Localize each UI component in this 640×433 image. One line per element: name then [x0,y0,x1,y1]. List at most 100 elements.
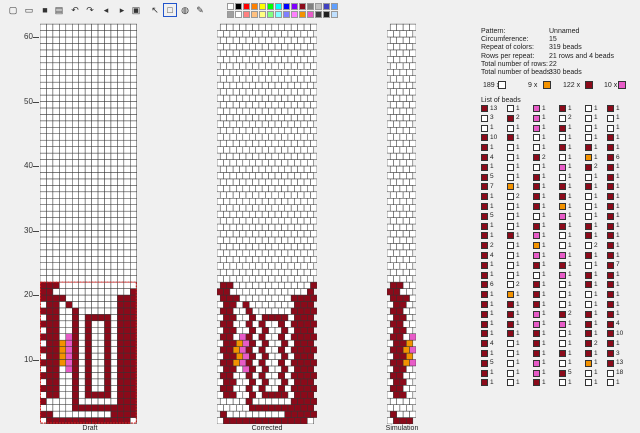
bead-cell[interactable] [123,243,131,251]
bead-cell[interactable] [65,165,73,173]
bead-cell[interactable] [110,185,118,193]
bead-cell[interactable] [72,391,79,399]
bead-cell[interactable] [255,365,263,373]
bead-cell[interactable] [255,327,263,334]
bead-cell[interactable] [399,159,407,167]
bead-cell[interactable] [104,146,112,154]
bead-cell[interactable] [110,243,118,251]
bead-cell[interactable] [278,256,285,264]
bead-cell[interactable] [123,314,131,322]
bead-cell[interactable] [130,191,137,199]
bead-cell[interactable] [91,262,99,270]
bead-cell[interactable] [409,333,416,341]
bead-cell[interactable] [104,101,112,109]
bead-cell[interactable] [399,365,407,373]
bead-cell[interactable] [307,81,315,89]
bead-cell[interactable] [387,236,394,244]
bead-cell[interactable] [97,249,105,257]
bead-cell[interactable] [290,88,298,96]
bead-cell[interactable] [290,307,298,315]
bead-cell[interactable] [300,210,308,218]
bead-cell[interactable] [78,391,86,399]
bead-cell[interactable] [46,139,54,147]
bead-cell[interactable] [300,120,308,128]
bead-cell[interactable] [97,198,105,205]
bead-cell[interactable] [65,256,73,264]
bead-cell[interactable] [123,204,131,212]
bead-cell[interactable] [281,236,289,244]
bead-cell[interactable] [281,43,289,51]
bead-cell[interactable] [104,114,112,122]
bead-cell[interactable] [261,107,269,115]
bead-cell[interactable] [294,404,302,412]
bead-cell[interactable] [307,352,315,360]
bead-cell[interactable] [284,101,292,109]
bead-cell[interactable] [110,410,118,418]
bead-cell[interactable] [255,69,263,76]
bead-cell[interactable] [399,107,407,115]
bead-cell[interactable] [40,23,47,31]
bead-cell[interactable] [72,327,79,334]
bead-cell[interactable] [402,256,410,264]
bead-cell[interactable] [72,30,79,38]
bead-cell[interactable] [284,359,292,367]
bead-cell[interactable] [310,346,317,354]
bead-cell[interactable] [294,198,302,205]
bead-cell[interactable] [52,101,60,109]
bead-cell[interactable] [236,43,244,51]
bead-cell[interactable] [52,49,60,57]
bead-cell[interactable] [110,36,118,44]
bead-cell[interactable] [399,43,407,51]
bead-cell[interactable] [268,275,276,283]
bead-cell[interactable] [117,94,125,102]
bead-cell[interactable] [284,294,292,302]
bead-cell[interactable] [104,385,112,392]
bead-cell[interactable] [123,223,131,231]
bead-cell[interactable] [287,81,295,89]
bead-cell[interactable] [130,81,137,89]
bead-cell[interactable] [300,146,308,154]
bead-cell[interactable] [123,146,131,154]
bead-cell[interactable] [219,191,227,199]
bead-cell[interactable] [261,210,269,218]
bead-cell[interactable] [91,365,99,373]
bead-cell[interactable] [307,301,315,309]
bead-cell[interactable] [258,346,266,354]
bead-cell[interactable] [389,410,397,418]
bead-cell[interactable] [97,191,105,199]
bead-cell[interactable] [406,43,414,51]
bead-cell[interactable] [261,327,269,334]
bead-cell[interactable] [258,204,266,212]
bead-cell[interactable] [91,281,99,289]
bead-cell[interactable] [294,210,302,218]
bead-cell[interactable] [310,191,317,199]
bead-cell[interactable] [110,88,118,96]
bead-cell[interactable] [300,185,308,193]
bead-cell[interactable] [46,410,54,418]
bead-cell[interactable] [249,43,256,51]
bead-cell[interactable] [290,243,298,251]
bead-cell[interactable] [268,378,276,386]
bead-cell[interactable] [297,320,305,328]
bead-cell[interactable] [245,397,253,405]
bead-cell[interactable] [271,49,279,57]
bead-cell[interactable] [303,256,311,264]
bead-cell[interactable] [104,391,112,399]
bead-cell[interactable] [123,327,131,334]
bead-cell[interactable] [52,94,60,102]
bead-cell[interactable] [110,30,118,38]
bead-cell[interactable] [389,178,397,186]
bead-cell[interactable] [284,191,292,199]
bead-cell[interactable] [123,320,131,328]
bead-cell[interactable] [239,204,247,212]
bead-cell[interactable] [117,62,125,70]
bead-cell[interactable] [396,165,404,173]
bead-cell[interactable] [110,172,118,180]
bead-cell[interactable] [409,230,416,238]
bead-cell[interactable] [242,339,250,347]
bead-cell[interactable] [393,249,401,257]
bead-cell[interactable] [72,36,79,44]
bead-cell[interactable] [223,262,231,270]
bead-cell[interactable] [84,133,92,141]
bead-cell[interactable] [284,243,292,251]
